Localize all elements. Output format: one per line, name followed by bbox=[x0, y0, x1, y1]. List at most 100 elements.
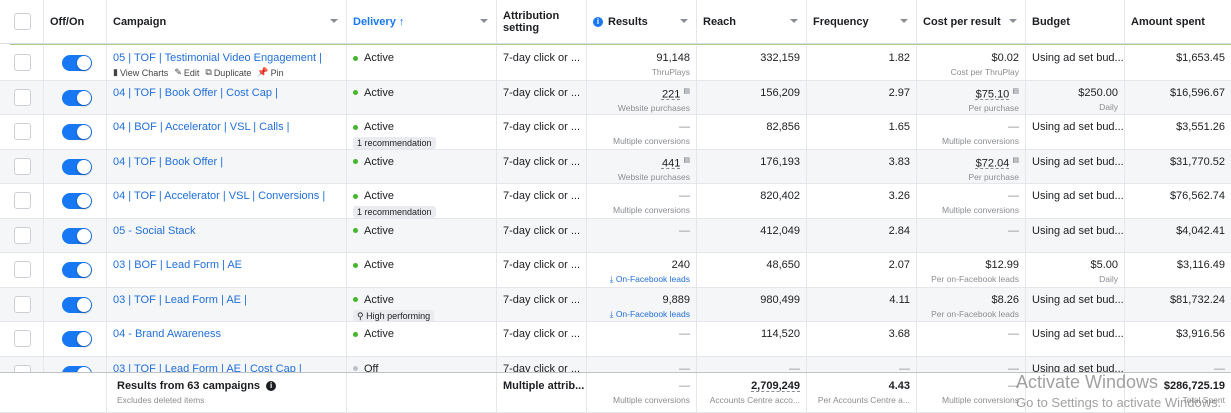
campaign-name-link[interactable]: 03 | TOF | Lead Form | AE | bbox=[113, 294, 340, 306]
chevron-down-icon bbox=[480, 19, 488, 23]
results-value: — bbox=[679, 121, 690, 133]
row-toggle-cell bbox=[44, 218, 107, 252]
campaign-name-link[interactable]: 04 | TOF | Accelerator | VSL | Conversio… bbox=[113, 190, 340, 202]
campaign-name-link[interactable]: 04 | TOF | Book Offer | Cost Cap | bbox=[113, 87, 340, 99]
row-spent-cell: $3,916.56 bbox=[1176, 328, 1225, 340]
loading-bar bbox=[10, 44, 1231, 45]
delivery-status: Active bbox=[364, 190, 394, 202]
pencil-icon: ✎ bbox=[174, 67, 182, 77]
col-delivery[interactable]: Delivery ↑ bbox=[347, 0, 497, 43]
row-campaign-cell: 04 | TOF | Book Offer | Cost Cap | bbox=[107, 80, 347, 114]
col-results[interactable]: i Results bbox=[587, 0, 697, 43]
row-reach-cell: 820,402 bbox=[697, 184, 807, 218]
row-checkbox[interactable] bbox=[14, 157, 31, 175]
campaign-toggle[interactable] bbox=[62, 158, 92, 175]
delivery-chip[interactable]: 1 recommendation bbox=[353, 137, 436, 149]
campaign-name-link[interactable]: 05 - Social Stack bbox=[113, 225, 340, 237]
col-reach[interactable]: Reach bbox=[697, 0, 807, 43]
delivery-chip[interactable]: 1 recommendation bbox=[353, 206, 436, 218]
table-row[interactable]: 04 | BOF | Accelerator | VSL | Calls | Ac… bbox=[0, 115, 1231, 150]
campaign-name-link[interactable]: 05 | TOF | Testimonial Video Engagement … bbox=[113, 52, 340, 64]
row-budget-cell: Using ad set bud... bbox=[1026, 287, 1125, 321]
table-row[interactable]: 03 | TOF | Lead Form | AE | Active ⚲ High … bbox=[0, 287, 1231, 322]
col-attribution[interactable]: Attribution setting bbox=[497, 0, 587, 43]
table-row[interactable]: 04 | TOF | Book Offer | Active 7-day click… bbox=[0, 149, 1231, 184]
col-frequency[interactable]: Frequency bbox=[807, 0, 917, 43]
row-select-cell bbox=[0, 115, 44, 149]
row-cpr-cell: — bbox=[917, 322, 1026, 356]
row-toggle-cell bbox=[44, 149, 107, 183]
col-campaign[interactable]: Campaign bbox=[107, 0, 347, 43]
lightbulb-icon: ⚲ bbox=[357, 310, 367, 321]
campaign-name-link[interactable]: 03 | BOF | Lead Form | AE bbox=[113, 259, 340, 271]
row-toggle-cell bbox=[44, 253, 107, 287]
campaign-toggle[interactable] bbox=[62, 124, 92, 140]
table-row[interactable]: 05 - Social Stack Active 7-day click or ..… bbox=[0, 218, 1231, 253]
campaign-toggle[interactable] bbox=[62, 227, 92, 244]
row-frequency-cell: 3.26 bbox=[807, 184, 917, 218]
campaign-toggle[interactable] bbox=[62, 193, 92, 209]
table-row[interactable]: 04 | TOF | Accelerator | VSL | Conversio… bbox=[0, 184, 1231, 219]
row-toggle-cell bbox=[44, 80, 107, 114]
table-row[interactable]: 04 | TOF | Book Offer | Cost Cap | Active… bbox=[0, 80, 1231, 115]
duplicate-action[interactable]: ⧉ Duplicate bbox=[205, 67, 251, 78]
row-attribution-cell: 7-day click or ... bbox=[497, 184, 587, 218]
row-delivery-cell: Active bbox=[347, 253, 497, 287]
status-dot-icon bbox=[353, 331, 358, 337]
attribution-note-icon: ▤ bbox=[1012, 87, 1019, 95]
row-checkbox[interactable] bbox=[14, 261, 31, 278]
delivery-status: Active bbox=[364, 224, 394, 237]
footer-attribution: Multiple attrib... bbox=[497, 373, 587, 412]
row-delivery-cell: Active bbox=[347, 322, 497, 356]
table-row[interactable]: 05 | TOF | Testimonial Video Engagement … bbox=[0, 46, 1231, 81]
edit-action[interactable]: ✎ Edit bbox=[174, 67, 199, 78]
row-checkbox[interactable] bbox=[14, 295, 31, 313]
row-checkbox[interactable] bbox=[14, 226, 31, 244]
row-checkbox[interactable] bbox=[14, 123, 31, 140]
col-cost-per-result[interactable]: Cost per result bbox=[917, 0, 1026, 43]
view-charts-action[interactable]: ▮ View Charts bbox=[113, 67, 168, 78]
row-frequency-cell: 2.07 bbox=[807, 253, 917, 287]
row-toggle-cell bbox=[44, 46, 107, 80]
row-results-cell: — Multiple conversions bbox=[587, 184, 697, 218]
row-frequency-cell: 2.97 bbox=[807, 80, 917, 114]
campaign-toggle[interactable] bbox=[62, 296, 92, 313]
row-budget-cell: $250.00 Daily bbox=[1026, 80, 1125, 114]
table-row[interactable]: 03 | BOF | Lead Form | AE Active 7-day cli… bbox=[0, 253, 1231, 288]
chevron-down-icon bbox=[330, 19, 338, 23]
info-icon[interactable]: i bbox=[593, 16, 603, 27]
footer-spent: $286,725.19 Total Spent bbox=[1163, 380, 1225, 405]
campaign-toggle[interactable] bbox=[62, 89, 92, 106]
campaign-name-link[interactable]: 04 | BOF | Accelerator | VSL | Calls | bbox=[113, 121, 340, 133]
campaign-toggle[interactable] bbox=[62, 55, 92, 71]
campaign-toggle[interactable] bbox=[62, 331, 92, 347]
row-toggle-cell bbox=[44, 115, 107, 149]
pin-action[interactable]: 📌 Pin bbox=[257, 67, 283, 78]
row-cpr-cell: $12.99 Per on-Facebook leads bbox=[917, 253, 1026, 287]
row-checkbox[interactable] bbox=[14, 88, 31, 106]
row-cpr-cell: $75.10 ▤ Per purchase bbox=[917, 80, 1026, 114]
row-campaign-cell: 05 - Social Stack bbox=[107, 218, 347, 252]
info-icon[interactable]: i bbox=[266, 381, 277, 391]
row-checkbox[interactable] bbox=[14, 330, 31, 347]
status-dot-icon bbox=[353, 228, 358, 233]
campaign-name-link[interactable]: 04 | TOF | Book Offer | bbox=[113, 156, 340, 168]
select-all-checkbox[interactable] bbox=[14, 13, 31, 30]
col-offon[interactable]: Off/On bbox=[44, 0, 107, 43]
campaign-toggle[interactable] bbox=[62, 262, 92, 278]
row-budget-cell: $5.00 Daily bbox=[1026, 253, 1125, 287]
status-dot-icon bbox=[353, 159, 358, 164]
col-amount-spent[interactable]: Amount spent bbox=[1125, 0, 1231, 43]
row-reach-cell: 156,209 bbox=[697, 80, 807, 114]
row-checkbox[interactable] bbox=[14, 54, 31, 71]
row-results-cell: — bbox=[587, 322, 697, 356]
delivery-chip[interactable]: ⚲ High performing bbox=[353, 309, 435, 321]
row-checkbox[interactable] bbox=[14, 192, 31, 209]
col-budget[interactable]: Budget bbox=[1026, 0, 1125, 43]
table-row[interactable]: 04 - Brand Awareness Active 7-day click or… bbox=[0, 322, 1231, 357]
campaign-name-link[interactable]: 04 - Brand Awareness bbox=[113, 328, 340, 340]
results-value: — bbox=[679, 224, 690, 237]
row-cpr-cell: — bbox=[917, 218, 1026, 252]
row-delivery-cell: Active bbox=[347, 149, 497, 183]
bar-chart-icon: ▮ bbox=[113, 67, 118, 77]
